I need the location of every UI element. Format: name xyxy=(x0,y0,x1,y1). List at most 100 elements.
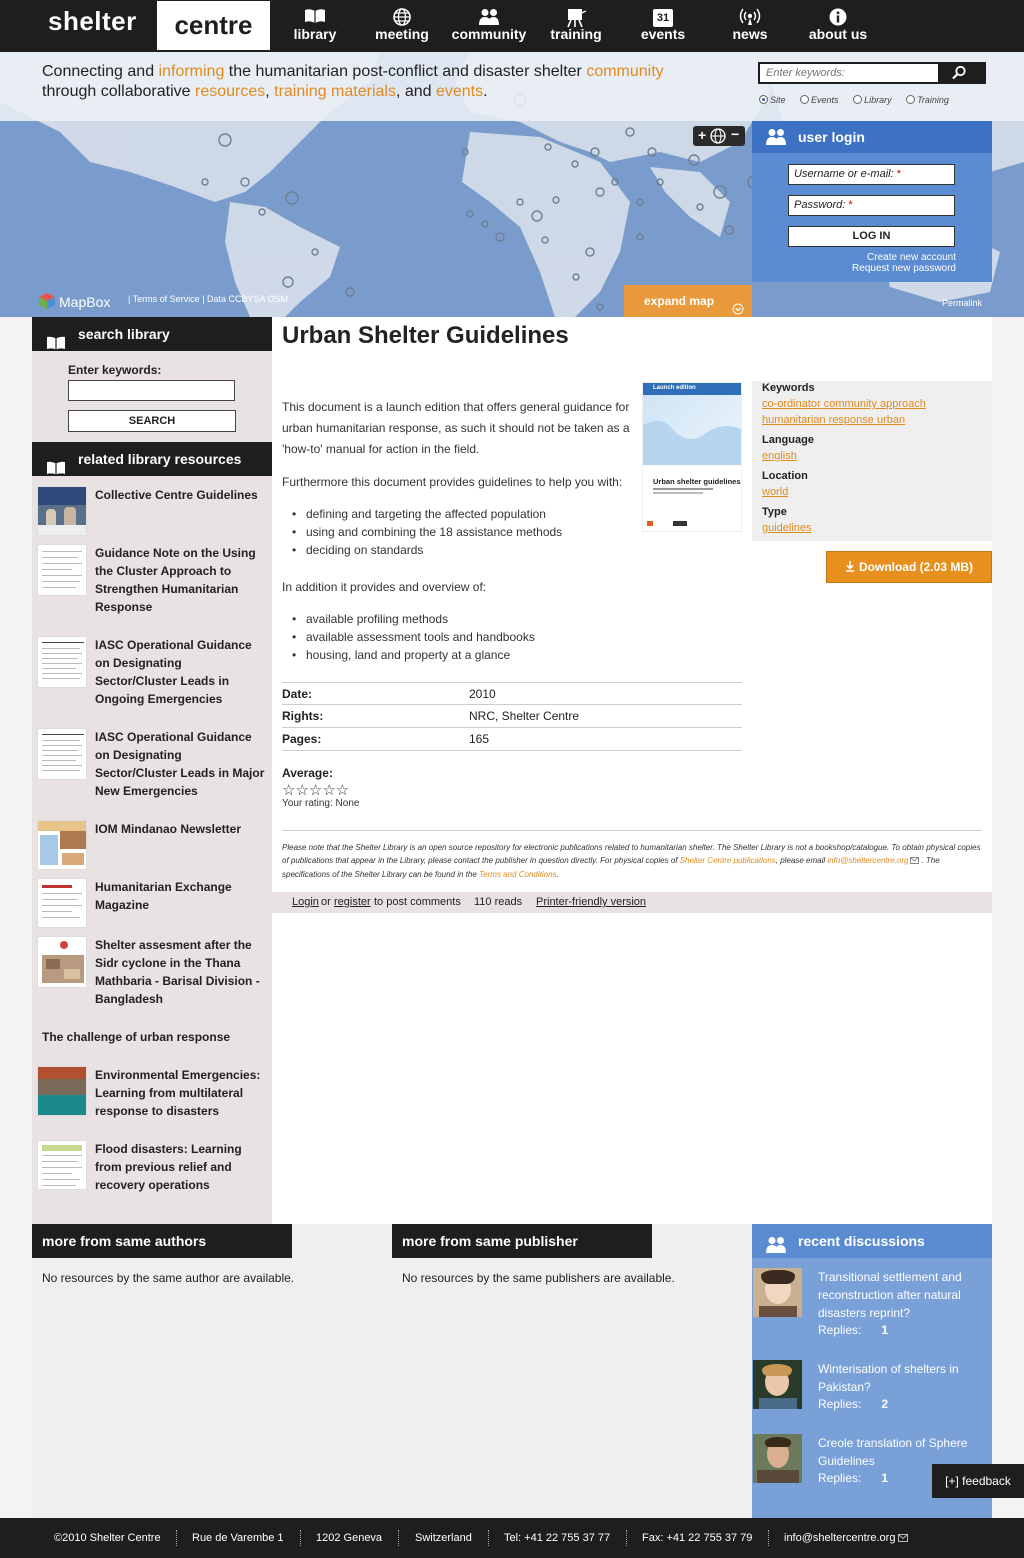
scope-training[interactable]: Training xyxy=(906,95,955,105)
nav-library[interactable]: library xyxy=(284,0,346,52)
map-credits[interactable]: | Terms of Service | Data CCBYSA OSM xyxy=(128,294,288,304)
book-icon xyxy=(284,0,346,26)
related-item-link[interactable]: IASC Operational Guidance on Designating… xyxy=(95,728,265,800)
nav-news[interactable]: news xyxy=(720,0,780,52)
tagline-text: , xyxy=(265,83,275,100)
mapbox-logo[interactable]: MapBox xyxy=(38,292,110,313)
type-link[interactable]: guidelines xyxy=(762,520,812,536)
search-library-title: search library xyxy=(78,326,170,342)
required-mark: * xyxy=(848,199,853,211)
download-button[interactable]: Download (2.03 MB) xyxy=(826,551,992,583)
site-search-input[interactable] xyxy=(760,64,938,82)
register-link[interactable]: register xyxy=(334,892,371,913)
info-row-pages: Pages: 165 xyxy=(282,728,742,751)
resource-thumbnail[interactable] xyxy=(37,936,87,988)
nav-events[interactable]: 31 events xyxy=(632,0,694,52)
expand-map-button[interactable]: expand map xyxy=(624,285,752,317)
password-field[interactable]: Password: * xyxy=(788,195,955,216)
nav-community[interactable]: community xyxy=(448,0,530,52)
related-item-link[interactable]: Flood disasters: Learning from previous … xyxy=(95,1140,265,1194)
tagline-link-community[interactable]: community xyxy=(586,63,663,80)
page-title: Urban Shelter Guidelines xyxy=(282,322,569,349)
site-search xyxy=(758,62,986,84)
search-icon[interactable] xyxy=(951,65,967,84)
related-item-link[interactable]: IASC Operational Guidance on Designating… xyxy=(95,636,265,708)
username-field[interactable]: Username or e-mail: * xyxy=(788,164,955,185)
avatar[interactable] xyxy=(753,1360,802,1409)
publications-link[interactable]: Shelter Centre publications xyxy=(680,856,776,865)
language-link[interactable]: english xyxy=(762,448,797,464)
library-search-input[interactable] xyxy=(68,380,235,401)
tagline-link-resources[interactable]: resources xyxy=(195,83,265,100)
keyword-link[interactable]: urban xyxy=(877,414,905,426)
nav-about-us[interactable]: about us xyxy=(802,0,874,52)
logo-shelter[interactable]: shelter xyxy=(48,6,137,37)
calendar-day: 31 xyxy=(653,9,673,27)
printer-friendly-link[interactable]: Printer-friendly version xyxy=(536,892,646,913)
info-icon xyxy=(802,0,874,26)
resource-thumbnail[interactable] xyxy=(37,636,87,688)
resource-thumbnail[interactable] xyxy=(37,1140,87,1190)
resource-thumbnail[interactable] xyxy=(37,1066,87,1116)
nav-library-label: library xyxy=(293,26,337,42)
discussion-link[interactable]: Winterisation of shelters in Pakistan? xyxy=(818,1360,978,1396)
related-item-link[interactable]: Guidance Note on the Using the Cluster A… xyxy=(95,544,265,616)
resource-thumbnail[interactable] xyxy=(37,820,87,870)
zoom-out-button[interactable]: − xyxy=(731,126,739,142)
nav-training-label: training xyxy=(550,26,602,42)
zoom-in-button[interactable]: + xyxy=(698,127,706,143)
scope-library[interactable]: Library xyxy=(853,95,898,105)
cover-edition: Launch edition xyxy=(653,385,696,391)
scope-events[interactable]: Events xyxy=(800,95,845,105)
your-rating: Your rating: None xyxy=(282,798,360,809)
related-item-link[interactable]: Collective Centre Guidelines xyxy=(95,486,265,504)
related-item-link[interactable]: Environmental Emergencies: Learning from… xyxy=(95,1066,265,1120)
feedback-button[interactable]: [+] feedback xyxy=(932,1464,1024,1498)
tagline-link-informing[interactable]: informing xyxy=(159,63,225,80)
resource-thumbnail[interactable] xyxy=(37,878,87,928)
avatar[interactable] xyxy=(753,1268,802,1317)
resource-thumbnail[interactable] xyxy=(37,544,87,596)
avatar[interactable] xyxy=(753,1434,802,1483)
nav-training[interactable]: training xyxy=(544,0,608,52)
furthermore-paragraph: Furthermore this document provides guide… xyxy=(282,475,623,489)
resource-thumbnail[interactable] xyxy=(37,728,87,780)
footer-email-link[interactable]: info@sheltercentre.org xyxy=(784,1518,895,1558)
related-item-link[interactable]: The challenge of urban response xyxy=(42,1028,262,1046)
scope-site[interactable]: Site xyxy=(759,95,792,105)
logo-centre[interactable]: centre xyxy=(157,1,270,50)
terms-link[interactable]: Terms and Conditions xyxy=(479,870,557,879)
login-button[interactable]: LOG IN xyxy=(788,226,955,247)
replies-label: Replies: xyxy=(818,1471,862,1485)
info-value: NRC, Shelter Centre xyxy=(469,709,580,723)
resource-thumbnail[interactable] xyxy=(37,486,87,536)
download-icon xyxy=(845,553,855,583)
keyword-link[interactable]: co-ordinator xyxy=(762,398,821,410)
tagline-link-training[interactable]: training materials xyxy=(274,83,396,100)
login-link[interactable]: Login xyxy=(292,892,319,913)
create-account-link[interactable]: Create new account xyxy=(788,252,956,263)
envelope-icon xyxy=(898,1518,908,1558)
login-title: user login xyxy=(798,129,865,145)
star-rating[interactable]: ☆☆☆☆☆ xyxy=(282,781,349,799)
footer-tel: Tel: +41 22 755 37 77 xyxy=(504,1532,611,1544)
replies-count: 1 xyxy=(881,1323,889,1337)
permalink-link[interactable]: Permalink xyxy=(942,298,982,308)
keyword-link[interactable]: community approach xyxy=(824,398,926,410)
nav-meeting[interactable]: meeting xyxy=(368,0,436,52)
document-cover[interactable]: Launch edition Urban shelter guidelines xyxy=(642,382,742,532)
radio-icon xyxy=(800,95,810,104)
library-search-button[interactable]: SEARCH xyxy=(68,410,236,432)
info-key: Date: xyxy=(282,687,313,701)
email-link[interactable]: info@sheltercentre.org xyxy=(827,856,908,865)
tagline-link-events[interactable]: events xyxy=(436,83,483,100)
related-item-link[interactable]: Humanitarian Exchange Magazine xyxy=(95,878,265,914)
location-link[interactable]: world xyxy=(762,484,788,500)
related-item-link[interactable]: IOM Mindanao Newsletter xyxy=(95,820,265,838)
request-password-link[interactable]: Request new password xyxy=(788,263,956,274)
related-item-link[interactable]: Shelter assesment after the Sidr cyclone… xyxy=(95,936,265,1008)
discussion-link[interactable]: Transitional settlement and reconstructi… xyxy=(818,1268,978,1322)
scope-label: Training xyxy=(917,95,949,105)
password-label: Password: xyxy=(794,199,846,211)
keyword-link[interactable]: humanitarian response xyxy=(762,414,874,426)
